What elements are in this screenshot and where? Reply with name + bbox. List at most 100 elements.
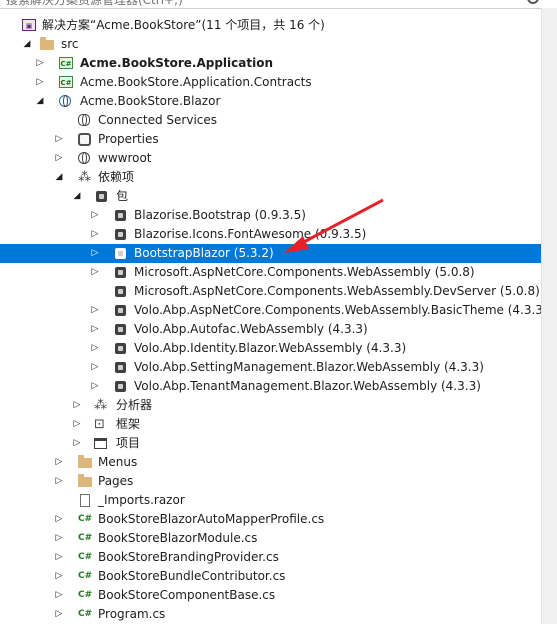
tree-node-cs-file[interactable]: ▷ C# Program.cs [0, 605, 541, 624]
folder-icon [40, 37, 56, 52]
collapsed-arrow-icon[interactable]: ▷ [35, 73, 45, 92]
tree-node-solution[interactable]: ▣ 解决方案“Acme.BookStore”(11 个项目，共 16 个) [0, 16, 541, 35]
tree-node-pages[interactable]: ▷ Pages [0, 472, 541, 491]
tree-node-packages[interactable]: ◢ 包 [0, 187, 541, 206]
tree-node-cs-file[interactable]: ▷ C# BookStoreComponentBase.cs [0, 586, 541, 605]
tree-label: Microsoft.AspNetCore.Components.WebAssem… [134, 265, 475, 279]
collapsed-arrow-icon[interactable]: ▷ [54, 149, 64, 168]
collapsed-arrow-icon[interactable]: ▷ [90, 244, 100, 263]
tree-node-cs-file[interactable]: ▷ C# BookStoreBlazorAutoMapperProfile.cs [0, 510, 541, 529]
collapsed-arrow-icon[interactable]: ▷ [72, 396, 82, 415]
collapsed-arrow-icon[interactable]: ▷ [54, 472, 64, 491]
tree-node-package[interactable]: ▷ Volo.Abp.AspNetCore.Components.WebAsse… [0, 301, 541, 320]
tree-node-imports-razor[interactable]: _Imports.razor [0, 491, 541, 510]
tree-node-package[interactable]: ▷ Microsoft.AspNetCore.Components.WebAss… [0, 263, 541, 282]
collapsed-arrow-icon[interactable]: ▷ [35, 54, 45, 73]
tree-node-project-blazor[interactable]: ◢ Acme.BookStore.Blazor [0, 92, 541, 111]
tree-label: Program.cs [98, 607, 166, 621]
search-icon[interactable] [527, 0, 539, 4]
tree-node-connected-services[interactable]: Connected Services [0, 111, 541, 130]
csharp-file-icon: C# [78, 552, 93, 562]
tree-label: Blazorise.Icons.FontAwesome (0.9.3.5) [134, 227, 367, 241]
tree-label: Properties [98, 132, 159, 146]
globe-icon [78, 151, 94, 166]
tree-label: 分析器 [116, 398, 153, 412]
tree-node-wwwroot[interactable]: ▷ wwwroot [0, 149, 541, 168]
tree-label: 依赖项 [98, 170, 135, 184]
collapsed-arrow-icon[interactable]: ▷ [72, 434, 82, 453]
tree-label: Volo.Abp.AspNetCore.Components.WebAssemb… [134, 303, 541, 317]
tree-node-menus[interactable]: ▷ Menus [0, 453, 541, 472]
tree-label: Connected Services [98, 113, 218, 127]
collapsed-arrow-icon[interactable]: ▷ [54, 586, 64, 605]
tree-node-frameworks[interactable]: ▷ ⊡ 框架 [0, 415, 541, 434]
tree-node-project-application[interactable]: ▷ C# Acme.BookStore.Application [0, 54, 541, 73]
tree-label: Volo.Abp.Autofac.WebAssembly (4.3.3) [134, 322, 368, 336]
collapsed-arrow-icon[interactable]: ▷ [90, 206, 100, 225]
csharp-project-icon: C# [59, 75, 75, 90]
search-placeholder: 搜索解决方案资源管理器(Ctrl+;) [6, 0, 183, 7]
tree-node-dependencies[interactable]: ◢ ⁂ 依赖项 [0, 168, 541, 187]
tree-label: Blazorise.Bootstrap (0.9.3.5) [134, 208, 306, 222]
wrench-icon [78, 132, 94, 147]
tree-node-package-selected[interactable]: ▷ BootstrapBlazor (5.3.2) [0, 244, 541, 263]
csharp-file-icon: C# [78, 571, 93, 581]
collapsed-arrow-icon[interactable]: ▷ [54, 529, 64, 548]
collapsed-arrow-icon[interactable]: ▷ [54, 567, 64, 586]
tree-label: 包 [116, 189, 129, 203]
tree-node-properties[interactable]: ▷ Properties [0, 130, 541, 149]
collapsed-arrow-icon[interactable]: ▷ [90, 301, 100, 320]
tree-node-package[interactable]: Microsoft.AspNetCore.Components.WebAssem… [0, 282, 541, 301]
connected-services-icon [78, 113, 94, 128]
tree-node-package[interactable]: ▷ Blazorise.Bootstrap (0.9.3.5) [0, 206, 541, 225]
collapsed-arrow-icon[interactable]: ▷ [90, 339, 100, 358]
tree-node-package[interactable]: ▷ Volo.Abp.Autofac.WebAssembly (4.3.3) [0, 320, 541, 339]
tree-label: Microsoft.AspNetCore.Components.WebAssem… [134, 284, 540, 298]
vertical-scrollbar[interactable] [541, 8, 557, 624]
tree-node-cs-file[interactable]: ▷ C# BookStoreBrandingProvider.cs [0, 548, 541, 567]
solution-icon: ▣ [22, 18, 38, 33]
framework-icon: ⊡ [94, 417, 105, 432]
tree-node-projects[interactable]: ▷ 项目 [0, 434, 541, 453]
collapsed-arrow-icon[interactable]: ▷ [54, 130, 64, 149]
package-icon [113, 379, 129, 394]
expanded-arrow-icon[interactable]: ◢ [35, 92, 45, 111]
collapsed-arrow-icon[interactable]: ▷ [72, 415, 82, 434]
collapsed-arrow-icon[interactable]: ▷ [90, 225, 100, 244]
collapsed-arrow-icon[interactable]: ▷ [90, 320, 100, 339]
tree-label: Volo.Abp.Identity.Blazor.WebAssembly (4.… [134, 341, 407, 355]
collapsed-arrow-icon[interactable]: ▷ [54, 453, 64, 472]
tree-node-cs-file[interactable]: ▷ C# BookStoreBundleContributor.cs [0, 567, 541, 586]
tree-node-cs-file[interactable]: ▷ C# BookStoreBlazorModule.cs [0, 529, 541, 548]
tree-node-src[interactable]: ◢ src [0, 35, 541, 54]
package-icon [113, 360, 129, 375]
tree-node-package[interactable]: ▷ Volo.Abp.TenantManagement.Blazor.WebAs… [0, 377, 541, 396]
collapsed-arrow-icon[interactable]: ▷ [54, 510, 64, 529]
tree-label: 解决方案“Acme.BookStore”(11 个项目，共 16 个) [42, 18, 325, 32]
package-icon [113, 208, 129, 223]
collapsed-arrow-icon[interactable]: ▷ [54, 605, 64, 624]
collapsed-arrow-icon[interactable]: ▷ [90, 377, 100, 396]
collapsed-arrow-icon[interactable]: ▷ [90, 358, 100, 377]
folder-icon [78, 455, 94, 470]
analyzer-icon: ⁂ [94, 398, 107, 413]
tree-node-package[interactable]: ▷ Volo.Abp.Identity.Blazor.WebAssembly (… [0, 339, 541, 358]
collapsed-arrow-icon[interactable]: ▷ [54, 548, 64, 567]
expanded-arrow-icon[interactable]: ◢ [22, 35, 32, 54]
package-icon [113, 341, 129, 356]
tree-node-package[interactable]: ▷ Blazorise.Icons.FontAwesome (0.9.3.5) [0, 225, 541, 244]
tree-node-project-contracts[interactable]: ▷ C# Acme.BookStore.Application.Contract… [0, 73, 541, 92]
tree-node-analyzers[interactable]: ▷ ⁂ 分析器 [0, 396, 541, 415]
expanded-arrow-icon[interactable]: ◢ [72, 187, 82, 206]
web-project-icon [59, 94, 75, 109]
tree-label: src [61, 37, 79, 51]
tree-label: _Imports.razor [98, 493, 185, 507]
tree-node-package[interactable]: ▷ Volo.Abp.SettingManagement.Blazor.WebA… [0, 358, 541, 377]
tree-label: 项目 [116, 436, 141, 450]
expanded-arrow-icon[interactable]: ◢ [54, 168, 64, 187]
package-icon [113, 322, 129, 337]
csharp-file-icon: C# [78, 533, 93, 543]
solution-tree: ▣ 解决方案“Acme.BookStore”(11 个项目，共 16 个) ◢ … [0, 8, 541, 624]
package-icon [113, 227, 129, 242]
collapsed-arrow-icon[interactable]: ▷ [90, 263, 100, 282]
